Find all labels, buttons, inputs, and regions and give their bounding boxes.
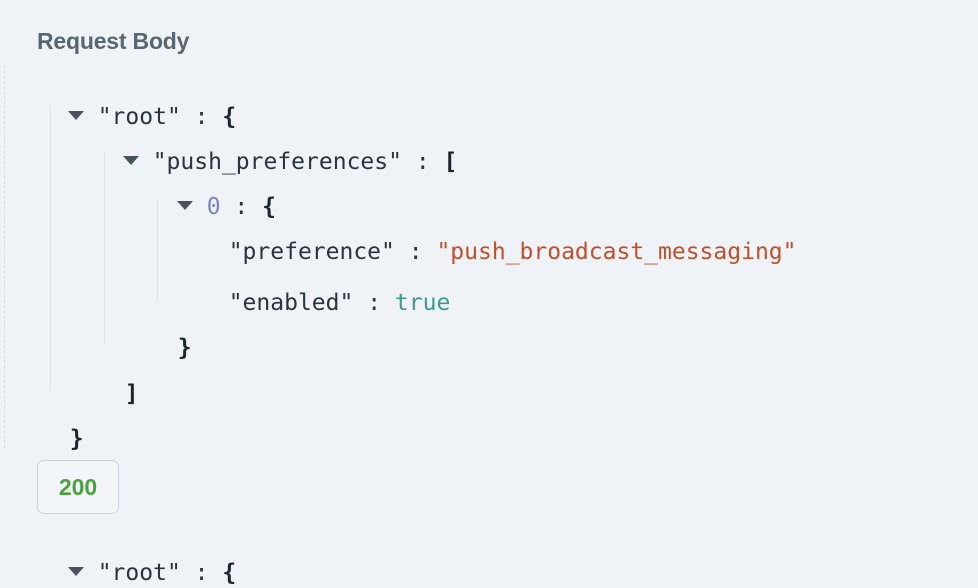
json-string-value: "push_broadcast_messaging"	[436, 239, 797, 265]
json-close-brace: }	[177, 335, 192, 361]
json-close-bracket: ]	[124, 381, 139, 407]
json-row-close-item: }	[150, 303, 192, 361]
indent-guide-push	[104, 152, 105, 344]
collapse-triangle-icon[interactable]	[67, 567, 84, 576]
json-colon: :	[415, 149, 430, 175]
json-row-preference: "preference" : "push_broadcast_messaging…	[201, 207, 797, 265]
json-open-brace: {	[222, 560, 237, 586]
collapse-triangle-icon[interactable]	[176, 201, 193, 210]
json-row-close-array: ]	[97, 349, 139, 407]
json-row-enabled: "enabled" : true	[201, 258, 451, 316]
json-colon: :	[194, 560, 209, 586]
json-row-root: "root" : {	[40, 72, 236, 130]
indent-guide-root	[50, 106, 51, 390]
panel-border	[4, 66, 6, 448]
json-open-bracket: [	[443, 149, 458, 175]
collapse-triangle-icon[interactable]	[67, 111, 84, 120]
json-key: "root"	[97, 560, 181, 586]
json-boolean-value: true	[394, 290, 451, 316]
collapse-triangle-icon[interactable]	[122, 156, 139, 165]
json-row-push-preferences: "push_preferences" : [	[95, 117, 457, 175]
json-row-close-root: }	[42, 394, 84, 452]
json-row-index: 0 : {	[149, 162, 276, 220]
json-colon: :	[367, 290, 382, 316]
json-close-brace: }	[69, 426, 84, 452]
status-code-button[interactable]: 200	[37, 460, 119, 514]
json-key: "enabled"	[228, 290, 354, 316]
section-title: Request Body	[37, 28, 190, 54]
